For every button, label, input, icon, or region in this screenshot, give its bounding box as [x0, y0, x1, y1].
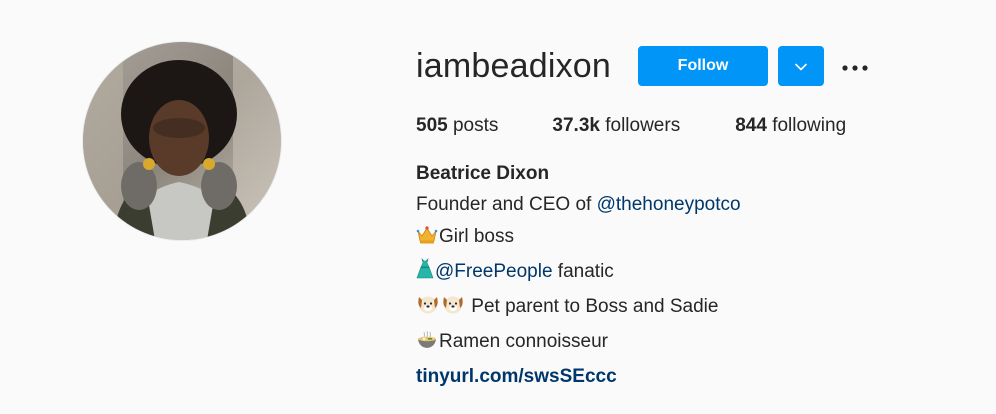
- dress-emoji-icon: [416, 258, 434, 291]
- full-name: Beatrice Dixon: [416, 163, 550, 184]
- profile-photo: [83, 42, 281, 240]
- follow-button[interactable]: Follow: [638, 46, 768, 86]
- website-link[interactable]: tinyurl.com/swsSEccc: [416, 366, 617, 387]
- profile-header: iambeadixon Follow: [416, 38, 976, 94]
- profile-info: iambeadixon Follow 505 posts 37.3k follo…: [416, 38, 976, 393]
- dog-face-emoji-icon: [441, 293, 465, 326]
- posts-count: 505: [416, 115, 448, 136]
- followers-label: followers: [605, 115, 681, 136]
- followers-stat[interactable]: 37.3k followers: [552, 114, 680, 138]
- dog-face-emoji-icon: [416, 293, 440, 326]
- mention-thehoneypotco[interactable]: @thehoneypotco: [597, 194, 741, 215]
- mention-freepeople[interactable]: @FreePeople: [435, 261, 553, 282]
- ramen-bowl-emoji-icon: [416, 329, 438, 361]
- crown-emoji-icon: [416, 224, 438, 256]
- posts-stat: 505 posts: [416, 114, 498, 138]
- profile-stats: 505 posts 37.3k followers 844 following: [416, 114, 976, 138]
- posts-label: posts: [452, 115, 499, 136]
- bio-line-5: Ramen connoisseur: [416, 326, 976, 361]
- profile-bio: Beatrice Dixon Founder and CEO of @theho…: [416, 159, 976, 393]
- following-label: following: [772, 115, 847, 136]
- more-options-button[interactable]: [838, 46, 872, 86]
- chevron-down-icon: [795, 59, 807, 74]
- more-options-icon: [842, 59, 868, 74]
- suggestions-dropdown-button[interactable]: [778, 46, 824, 86]
- avatar[interactable]: [83, 42, 281, 240]
- bio-line-2: Girl boss: [416, 221, 976, 256]
- bio-line-2-text: Girl boss: [439, 226, 514, 247]
- bio-line-3-text: fanatic: [552, 261, 614, 282]
- following-count: 844: [735, 115, 767, 136]
- bio-line-5-text: Ramen connoisseur: [439, 331, 608, 352]
- bio-line-1-text: Founder and CEO of: [416, 194, 597, 215]
- followers-count: 37.3k: [552, 115, 600, 136]
- bio-website-row: tinyurl.com/swsSEccc: [416, 361, 976, 393]
- username: iambeadixon: [416, 47, 611, 85]
- following-stat[interactable]: 844 following: [735, 114, 846, 138]
- bio-line-3: @FreePeople fanatic: [416, 256, 976, 291]
- profile-page: iambeadixon Follow 505 posts 37.3k follo…: [0, 0, 996, 414]
- bio-line-4-text: Pet parent to Boss and Sadie: [466, 296, 719, 317]
- bio-line-1: Founder and CEO of @thehoneypotco: [416, 189, 976, 221]
- bio-line-4: Pet parent to Boss and Sadie: [416, 291, 976, 326]
